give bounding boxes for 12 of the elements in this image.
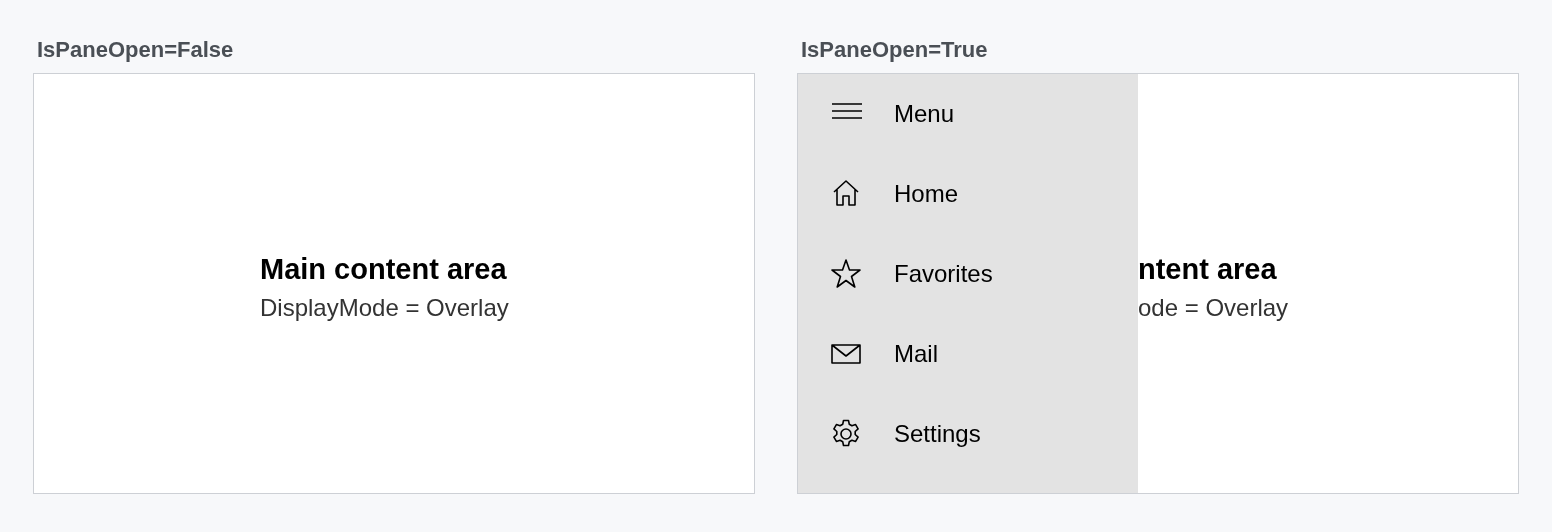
content-subtitle: DisplayMode = Overlay xyxy=(260,294,509,322)
nav-item[interactable]: Mail xyxy=(798,314,1138,394)
content-title: Main content area xyxy=(260,253,507,286)
menu-button[interactable]: Menu xyxy=(798,74,1138,154)
panel-caption: IsPaneOpen=False xyxy=(36,36,235,64)
content-title: ntent area xyxy=(1138,253,1277,286)
panel-caption: IsPaneOpen=True xyxy=(800,36,989,64)
nav-item[interactable]: Settings xyxy=(798,394,1138,474)
content-subtitle: ode = Overlay xyxy=(1138,294,1289,322)
nav-item[interactable]: Favorites xyxy=(798,234,1138,314)
star-icon xyxy=(830,258,862,290)
nav-item[interactable]: Home xyxy=(798,154,1138,234)
